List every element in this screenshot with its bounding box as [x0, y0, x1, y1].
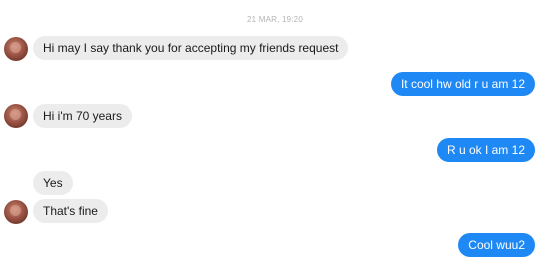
outgoing-message[interactable]: It cool hw old r u am 12 — [390, 72, 535, 96]
incoming-message[interactable]: Yes — [33, 171, 73, 195]
chat-timestamp: 21 MAR, 19:20 — [247, 15, 303, 24]
outgoing-message[interactable]: R u ok I am 12 — [436, 138, 535, 162]
incoming-message[interactable]: Hi may I say thank you for accepting my … — [33, 36, 349, 60]
contact-avatar[interactable] — [4, 104, 28, 128]
incoming-message[interactable]: That's fine — [33, 199, 108, 223]
outgoing-message[interactable]: Cool wuu2 — [458, 233, 535, 257]
incoming-message[interactable]: Hi i'm 70 years — [33, 104, 132, 128]
contact-avatar[interactable] — [4, 200, 28, 224]
contact-avatar[interactable] — [4, 37, 28, 61]
